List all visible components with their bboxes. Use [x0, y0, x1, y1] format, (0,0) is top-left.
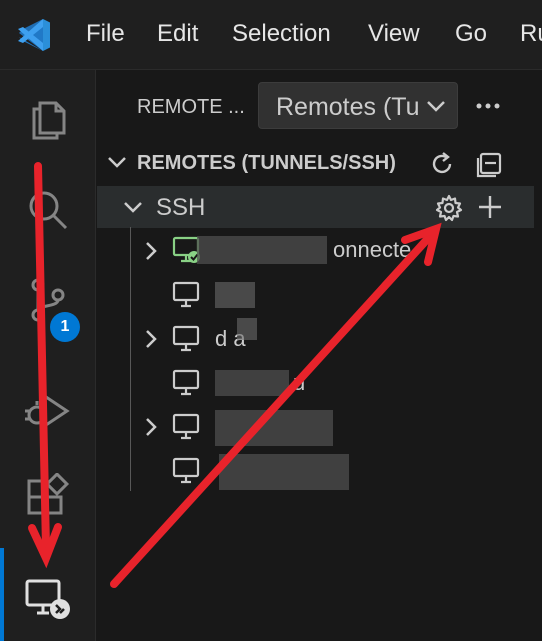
menu-file[interactable]: File	[86, 20, 125, 48]
menu-edit[interactable]: Edit	[157, 20, 198, 48]
monitor-icon	[172, 413, 200, 440]
refresh-icon[interactable]	[429, 151, 455, 177]
extensions-button[interactable]	[0, 458, 96, 538]
chevron-right-icon	[146, 418, 157, 436]
collapse-all-icon[interactable]	[475, 151, 503, 179]
section-title: REMOTES (TUNNELS/SSH)	[137, 152, 396, 174]
more-actions-icon[interactable]	[475, 96, 501, 116]
monitor-icon	[172, 457, 200, 484]
ssh-group-label: SSH	[156, 194, 206, 221]
source-control-button[interactable]	[0, 260, 96, 340]
remote-explorer-sidebar: REMOTE ... Remotes (Tu REMOTES (TUNNELS/…	[97, 70, 542, 641]
chevron-down-icon	[108, 157, 126, 168]
activity-bar: 1	[0, 70, 96, 641]
menu-bar: File Edit Selection View Go Ru	[0, 0, 542, 70]
ssh-host-row[interactable]	[97, 406, 534, 448]
vscode-logo-icon	[18, 19, 50, 51]
monitor-icon	[172, 281, 200, 308]
redacted-host-name	[215, 370, 289, 396]
gear-icon[interactable]	[435, 194, 463, 222]
source-control-badge: 1	[50, 312, 80, 342]
redacted-host-name	[215, 282, 255, 308]
menu-run[interactable]: Ru	[520, 20, 542, 48]
view-title: REMOTE ...	[137, 96, 245, 118]
ssh-host-row[interactable]: d a	[97, 318, 534, 360]
files-icon	[32, 101, 66, 140]
active-view-indicator	[0, 548, 4, 641]
ssh-host-row[interactable]: onnecte	[97, 230, 534, 272]
remote-explorer-button[interactable]	[0, 558, 96, 638]
ssh-host-row[interactable]: u	[97, 362, 534, 404]
menu-selection[interactable]: Selection	[232, 20, 331, 48]
chevron-right-icon	[146, 242, 157, 260]
menu-go[interactable]: Go	[455, 20, 487, 48]
chevron-down-icon	[427, 101, 445, 112]
monitor-icon	[172, 325, 200, 352]
redacted-host-name	[237, 318, 257, 340]
menu-view[interactable]: View	[368, 20, 420, 48]
ssh-group-row[interactable]: SSH	[97, 186, 534, 228]
search-icon	[29, 191, 68, 230]
dropdown-value: Remotes (Tu	[276, 93, 420, 121]
search-button[interactable]	[0, 170, 96, 250]
ssh-host-row[interactable]	[97, 450, 534, 492]
chevron-down-icon	[124, 202, 142, 213]
remotes-section-header[interactable]: REMOTES (TUNNELS/SSH)	[97, 146, 542, 180]
redacted-host-name	[197, 236, 327, 264]
run-debug-icon	[25, 392, 70, 430]
host-label: u	[293, 370, 306, 395]
remote-explorer-icon	[25, 579, 70, 619]
chevron-right-icon	[146, 330, 157, 348]
explorer-button[interactable]	[0, 78, 96, 158]
add-host-icon[interactable]	[477, 194, 503, 220]
redacted-host-name	[219, 454, 349, 490]
host-label: onnecte	[333, 237, 412, 262]
extensions-icon	[27, 473, 70, 515]
redacted-host-name	[215, 410, 333, 446]
remotes-dropdown[interactable]: Remotes (Tu	[258, 82, 458, 129]
monitor-icon	[172, 369, 200, 396]
run-debug-button[interactable]	[0, 368, 96, 448]
ssh-host-row[interactable]	[97, 274, 534, 316]
